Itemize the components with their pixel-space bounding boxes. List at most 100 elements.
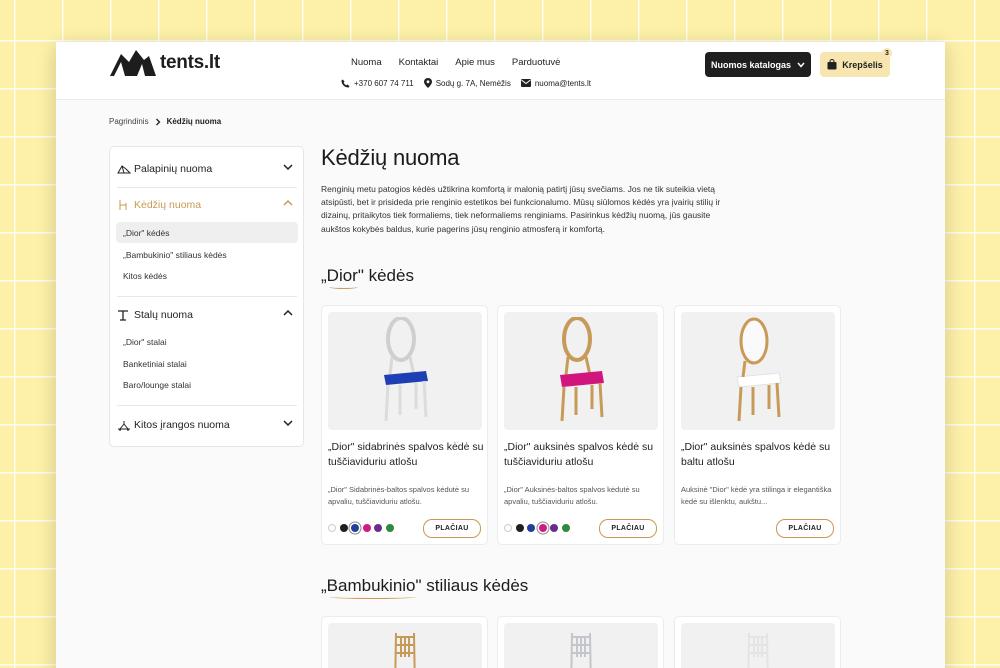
- sidebar-item-label: Kėdžių nuoma: [134, 199, 202, 211]
- sidebar-item-label: Palapinių nuoma: [134, 163, 213, 175]
- section-title-rest: " stiliaus kėdės: [415, 576, 529, 595]
- chevron-right-icon: [155, 118, 160, 125]
- nav-item-nuoma[interactable]: Nuoma: [351, 57, 382, 68]
- product-card[interactable]: „Dior" sidabrinės spalvos kėdė su tuščia…: [321, 305, 488, 545]
- phone-contact[interactable]: +370 607 74 711: [341, 79, 414, 88]
- address-contact[interactable]: Sodų g. 7A, Nemėžis: [423, 78, 511, 88]
- sidebar-item-label: Stalų nuoma: [134, 309, 193, 321]
- color-swatches: [328, 524, 394, 532]
- swatch-blue[interactable]: [527, 524, 535, 532]
- product-description: Auksinė "Dior" kėdė yra stilinga ir eleg…: [681, 485, 832, 506]
- nav-item-parduotuve[interactable]: Parduotuvė: [512, 57, 561, 68]
- tent-icon: [117, 164, 131, 174]
- more-button[interactable]: PLAČIAU: [599, 519, 657, 538]
- bamboo-chair-gold-icon: [394, 633, 416, 668]
- product-image[interactable]: [504, 623, 658, 668]
- section-title-dior: „Dior" kėdės: [321, 266, 414, 286]
- section-title-bambukinio: „Bambukinio" stiliaus kėdės: [321, 576, 528, 596]
- cart-label: Krepšelis: [842, 59, 883, 70]
- swatch-white[interactable]: [504, 524, 512, 532]
- category-sidebar: Palapinių nuoma Kėdžių nuoma „Dior" kėdė…: [109, 146, 304, 447]
- intro-text: Renginių metu patogios kėdės užtikrina k…: [321, 184, 721, 234]
- address-text: Sodų g. 7A, Nemėžis: [435, 78, 511, 88]
- sidebar-subitem-dior-kedes[interactable]: „Dior" kėdės: [116, 222, 298, 243]
- chair-icon: [117, 199, 131, 211]
- swatch-purple[interactable]: [374, 524, 382, 532]
- swatch-white[interactable]: [328, 524, 336, 532]
- sidebar-subitem-kitos-kedes[interactable]: Kitos kėdės: [116, 265, 298, 286]
- product-title[interactable]: „Dior" auksinės spalvos kėdė su tuščiavi…: [504, 440, 660, 470]
- logo[interactable]: tents.lt: [109, 48, 220, 78]
- sidebar-subitem-dior-stalai[interactable]: „Dior" stalai: [116, 331, 298, 352]
- nav-item-apie-mus[interactable]: Apie mus: [455, 57, 495, 68]
- tent-logo-icon: [110, 50, 156, 76]
- contact-bar: +370 607 74 711 Sodų g. 7A, Nemėžis nuom…: [341, 78, 591, 88]
- sidebar-item-kitos-irangos-nuoma[interactable]: Kitos įrangos nuoma: [110, 405, 303, 445]
- sidebar-item-palapiniu-nuoma[interactable]: Palapinių nuoma: [110, 149, 303, 189]
- nav-item-kontaktai[interactable]: Kontaktai: [399, 57, 439, 68]
- dior-chair-silver-icon: [384, 317, 428, 422]
- product-card[interactable]: „Dior" auksinės spalvos kėdė su baltu at…: [674, 305, 841, 545]
- breadcrumb-current: Kėdžių nuoma: [166, 117, 222, 126]
- bamboo-chair-silver-icon: [570, 633, 592, 668]
- dior-chair-gold-icon: [560, 317, 604, 422]
- sidebar-item-label: Kitos įrangos nuoma: [134, 419, 230, 431]
- phone-icon: [341, 78, 350, 88]
- swatch-pink[interactable]: [362, 524, 371, 532]
- product-title[interactable]: „Dior" auksinės spalvos kėdė su baltu at…: [681, 440, 837, 470]
- site-header: tents.lt Nuoma Kontaktai Apie mus Parduo…: [56, 42, 945, 100]
- sidebar-subitem-banketiniai-stalai[interactable]: Banketiniai stalai: [116, 353, 298, 374]
- shopping-bag-icon: [827, 59, 837, 70]
- logo-text: tents.lt: [160, 52, 220, 73]
- swatch-blue[interactable]: [351, 524, 359, 532]
- product-image[interactable]: [504, 312, 658, 430]
- main-nav: Nuoma Kontaktai Apie mus Parduotuvė: [351, 57, 560, 68]
- bamboo-chair-white-icon: [747, 633, 769, 668]
- product-card[interactable]: „Dior" auksinės spalvos kėdė su tuščiavi…: [497, 305, 664, 545]
- product-description: „Dior" Sidabrinės-baltos spalvos kėdutė …: [328, 485, 470, 506]
- dior-chair-white-back-icon: [736, 317, 782, 422]
- sidebar-subitem-baro-lounge-stalai[interactable]: Baro/lounge stalai: [116, 374, 298, 395]
- product-card[interactable]: [674, 616, 841, 668]
- product-image[interactable]: [681, 312, 835, 430]
- breadcrumb: Pagrindinis Kėdžių nuoma: [109, 117, 221, 126]
- section-title-rest: " kėdės: [357, 266, 414, 285]
- email-contact[interactable]: nuoma@tents.lt: [520, 79, 591, 88]
- swatch-green[interactable]: [385, 524, 394, 532]
- section-quote: „: [321, 576, 327, 595]
- section-title-highlight: Dior: [326, 266, 358, 285]
- table-icon: [117, 309, 131, 321]
- swatch-pink[interactable]: [538, 524, 547, 532]
- section-quote: „: [321, 266, 327, 285]
- product-card[interactable]: [321, 616, 488, 668]
- chevron-down-icon[interactable]: [283, 163, 293, 171]
- swatch-black[interactable]: [515, 524, 524, 532]
- product-title[interactable]: „Dior" sidabrinės spalvos kėdė su tuščia…: [328, 440, 484, 470]
- product-image[interactable]: [681, 623, 835, 668]
- more-button[interactable]: PLAČIAU: [423, 519, 481, 538]
- sidebar-subitem-bambukinio-kedes[interactable]: „Bambukinio" stiliaus kėdės: [116, 244, 298, 265]
- page-title: Kėdžių nuoma: [321, 145, 460, 170]
- product-image[interactable]: [328, 312, 482, 430]
- swatch-purple[interactable]: [550, 524, 558, 532]
- chevron-up-icon[interactable]: [283, 309, 293, 317]
- cart-count-badge: 3: [882, 48, 892, 58]
- product-card[interactable]: [497, 616, 664, 668]
- section-title-highlight: Bambukinio: [326, 576, 416, 595]
- product-image[interactable]: [328, 623, 482, 668]
- breadcrumb-home[interactable]: Pagrindinis: [109, 117, 149, 126]
- sidebar-item-kedziu-nuoma[interactable]: Kėdžių nuoma: [110, 185, 303, 225]
- swatch-green[interactable]: [561, 524, 570, 532]
- more-button[interactable]: PLAČIAU: [776, 519, 834, 538]
- location-pin-icon: [423, 78, 432, 88]
- color-swatches: [504, 524, 570, 532]
- sidebar-item-stalu-nuoma[interactable]: Stalų nuoma: [110, 295, 303, 335]
- browser-page: tents.lt Nuoma Kontaktai Apie mus Parduo…: [56, 42, 945, 668]
- chevron-up-icon[interactable]: [283, 199, 293, 207]
- chevron-down-icon[interactable]: [283, 419, 293, 427]
- catalog-button[interactable]: Nuomos katalogas: [705, 52, 811, 77]
- cart-button[interactable]: Krepšelis 3: [820, 48, 892, 77]
- swatch-black[interactable]: [339, 524, 348, 532]
- mail-icon: [520, 79, 531, 87]
- equipment-icon: [117, 420, 131, 431]
